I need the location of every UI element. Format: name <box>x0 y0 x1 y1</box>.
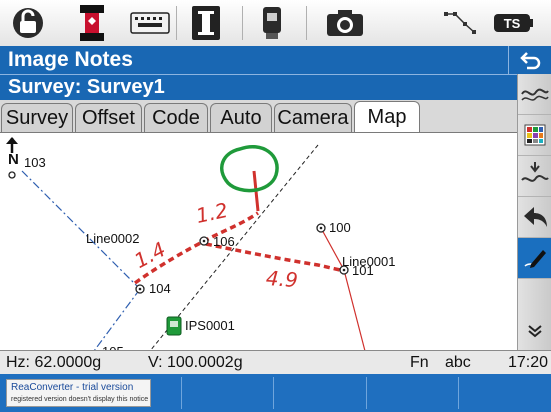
scroll-down-button[interactable] <box>518 312 551 350</box>
softkey-f4[interactable] <box>367 374 457 412</box>
clock: 17:20 <box>508 354 549 371</box>
security-shield-icon[interactable] <box>72 3 112 43</box>
softkey-f5[interactable] <box>459 374 551 412</box>
undo-arrow-icon <box>524 207 547 227</box>
tab-code[interactable]: Code <box>144 103 208 132</box>
tab-survey[interactable]: Survey <box>1 103 73 132</box>
fn-indicator: Fn <box>410 354 429 371</box>
split-tool-button[interactable] <box>518 156 551 197</box>
line-label-line0002: Line0002 <box>86 231 140 246</box>
close-button[interactable] <box>508 46 551 74</box>
map-canvas[interactable]: N 103 Line0002 106 104 100 Line0001 101 … <box>0 132 517 351</box>
v-readout: V: 100.0002g <box>148 354 243 371</box>
point-label-101: 101 <box>352 263 374 278</box>
point-label-ips0001: IPS0001 <box>185 318 235 333</box>
instrument-station-icon <box>166 316 182 336</box>
page-title: Image Notes <box>8 48 133 71</box>
color-palette-icon <box>524 124 546 146</box>
line-100-101 <box>320 227 366 351</box>
split-line-icon <box>521 162 549 182</box>
unlock-icon[interactable] <box>8 3 48 43</box>
input-mode-indicator: abc <box>445 354 471 371</box>
sketch-annotation: 4.9 <box>265 265 299 293</box>
top-toolbar: TS <box>0 0 551 47</box>
trial-watermark: ReaConverter - trial version registered … <box>6 379 151 407</box>
point-label-103: 103 <box>24 155 46 170</box>
line-104-105 <box>93 288 141 351</box>
drawing-tools-panel <box>517 74 551 350</box>
tab-map[interactable]: Map <box>354 101 420 132</box>
survey-header: Survey: Survey1 <box>0 74 517 101</box>
north-label: N <box>8 151 19 168</box>
tab-auto[interactable]: Auto <box>210 103 272 132</box>
sketch-blob <box>220 145 279 193</box>
watermark-subtitle: registered version doesn't display this … <box>11 396 149 403</box>
hz-readout: Hz: 62.0000g <box>6 354 102 371</box>
survey-line-icon[interactable] <box>440 3 480 43</box>
instrument-i-icon[interactable] <box>186 3 226 43</box>
app-title-bar: Image Notes <box>0 46 551 74</box>
line-103-104 <box>21 170 141 290</box>
tab-camera[interactable]: Camera <box>274 103 352 132</box>
return-arrow-icon <box>520 52 541 70</box>
survey-title: Survey: Survey1 <box>8 76 165 98</box>
color-tool-button[interactable] <box>518 115 551 156</box>
svg-text:TS: TS <box>504 16 521 31</box>
tab-offset[interactable]: Offset <box>75 103 142 132</box>
softkey-f3[interactable] <box>274 374 365 412</box>
camera-icon[interactable] <box>325 3 365 43</box>
watermark-title: ReaConverter - trial version <box>11 382 134 393</box>
point-label-106: 106 <box>213 234 235 249</box>
keyboard-icon[interactable] <box>130 3 170 43</box>
chevron-down-icon <box>528 325 542 338</box>
undo-button[interactable] <box>518 197 551 238</box>
status-bar: Hz: 62.0000g V: 100.0002g Fn abc 17:20 <box>0 350 551 375</box>
pen-icon <box>524 250 546 268</box>
terrain-tool-button[interactable] <box>518 74 551 115</box>
point-label-100: 100 <box>329 220 351 235</box>
tab-strip: Survey Offset Code Auto Camera Map <box>0 100 517 132</box>
softkey-f2[interactable] <box>182 374 272 412</box>
point-label-104: 104 <box>149 281 171 296</box>
terrain-icon <box>521 88 549 101</box>
ts-badge-icon[interactable]: TS <box>493 3 533 43</box>
total-station-icon[interactable] <box>252 3 292 43</box>
pen-tool-button[interactable] <box>518 238 551 279</box>
